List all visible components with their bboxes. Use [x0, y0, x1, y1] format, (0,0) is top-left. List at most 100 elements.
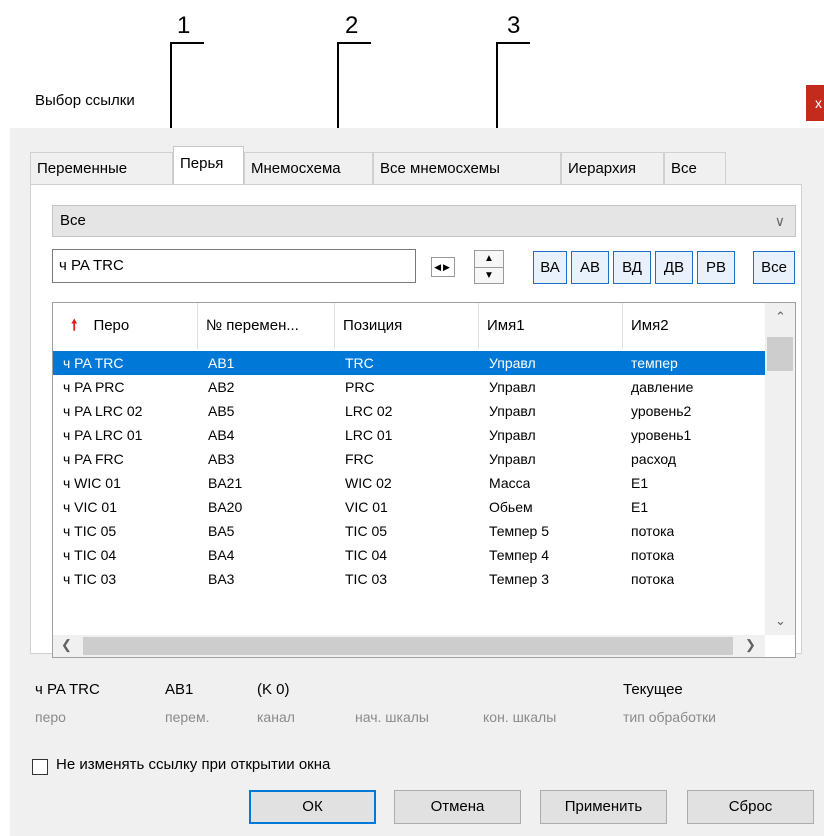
info-pen-value: ч PA TRC [35, 681, 100, 698]
tab-variables[interactable]: Переменные [30, 152, 173, 184]
cell-name1: Темпер 3 [489, 571, 550, 587]
cell-var-number: AB4 [208, 427, 235, 443]
cell-position: LRC 02 [345, 403, 393, 419]
vertical-scroll-thumb[interactable] [767, 337, 793, 371]
cell-position: PRC [345, 379, 375, 395]
column-header-var-number[interactable]: № перемен... [198, 303, 335, 349]
callout-3: 3 [507, 12, 521, 39]
table-row[interactable]: ч PA LRC 01 AB4 LRC 01 Управл уровень1 [53, 423, 765, 447]
tab-pens[interactable]: Перья [173, 146, 244, 184]
cell-position: TIC 04 [345, 547, 388, 563]
cell-var-number: AB3 [208, 451, 235, 467]
scope-button-av[interactable]: АВ [571, 251, 609, 284]
pen-search-input[interactable]: ч PA TRC [52, 249, 416, 283]
cell-pen: ч TIC 04 [63, 547, 117, 563]
column-header-pen[interactable]: 🠕 Перо [53, 303, 198, 349]
apply-button[interactable]: Применить [540, 790, 667, 824]
tab-mnemonic[interactable]: Мнемосхема [244, 152, 373, 184]
table-row[interactable]: ч PA PRC AB2 PRC Управл давление [53, 375, 765, 399]
spin-up-icon[interactable]: ▲ [475, 251, 503, 267]
scroll-left-icon[interactable]: ❮ [61, 637, 72, 653]
filter-dropdown-value: Все [60, 212, 86, 229]
table-row[interactable]: ч TIC 04 BA4 TIC 04 Темпер 4 потока [53, 543, 765, 567]
scroll-up-icon[interactable]: ⌃ [775, 309, 786, 325]
cell-position: VIC 01 [345, 499, 388, 515]
cell-name1: Управл [489, 427, 536, 443]
cell-name1: Масса [489, 475, 531, 491]
cell-name2: E1 [631, 475, 649, 491]
table-header: 🠕 Перо № перемен... Позиция Имя1 Имя2 [53, 303, 765, 349]
up-down-spinner[interactable]: ▲ ▼ [474, 250, 504, 284]
cell-var-number: BA21 [208, 475, 243, 491]
cell-position: TIC 05 [345, 523, 388, 539]
vertical-scrollbar[interactable]: ⌃ ⌄ [765, 303, 795, 635]
keep-link-checkbox-label[interactable]: Не изменять ссылку при открытии окна [56, 756, 330, 773]
cell-pen: ч PA PRC [63, 379, 125, 395]
scope-button-va[interactable]: ВА [533, 251, 567, 284]
cell-pen: ч VIC 01 [63, 499, 117, 515]
callout-3-underline [496, 42, 530, 44]
cell-position: WIC 02 [345, 475, 392, 491]
table-row[interactable]: ч PA FRC AB3 FRC Управл расход [53, 447, 765, 471]
horizontal-scroll-thumb[interactable] [83, 637, 733, 655]
table-row[interactable]: ч PA TRC AB1 TRC Управл темпер [53, 351, 765, 375]
cell-position: LRC 01 [345, 427, 393, 443]
cell-name1: Управл [489, 355, 536, 371]
info-channel-caption: канал [257, 709, 295, 725]
table-row[interactable]: ч TIC 03 BA3 TIC 03 Темпер 3 потока [53, 567, 765, 591]
cell-position: TIC 03 [345, 571, 388, 587]
filter-dropdown[interactable]: Все ∨ [52, 205, 796, 237]
callout-2: 2 [345, 12, 359, 39]
scope-button-all[interactable]: Все [753, 251, 795, 284]
cell-var-number: BA20 [208, 499, 243, 515]
callout-1-underline [170, 42, 204, 44]
column-header-position[interactable]: Позиция [335, 303, 479, 349]
close-icon: x [815, 95, 822, 111]
cell-pen: ч WIC 01 [63, 475, 121, 491]
keep-link-checkbox[interactable] [32, 759, 48, 775]
cell-name2: давление [631, 379, 694, 395]
cell-name2: потока [631, 571, 675, 587]
cell-name2: темпер [631, 355, 678, 371]
ok-button[interactable]: ОК [249, 790, 376, 824]
info-pen-caption: перо [35, 709, 66, 725]
table-row[interactable]: ч TIC 05 BA5 TIC 05 Темпер 5 потока [53, 519, 765, 543]
scroll-right-icon[interactable]: ❯ [745, 637, 756, 653]
cancel-button[interactable]: Отмена [394, 790, 521, 824]
close-button[interactable]: x [806, 85, 824, 121]
info-var-caption: перем. [165, 709, 210, 725]
reset-button[interactable]: Сброс [687, 790, 814, 824]
cell-var-number: AB5 [208, 403, 235, 419]
cell-name2: расход [631, 451, 677, 467]
cell-pen: ч PA LRC 02 [63, 403, 143, 419]
sort-arrow-up-icon: 🠕 [71, 317, 78, 334]
cell-name2: E1 [631, 499, 649, 515]
scope-button-rv[interactable]: РВ [697, 251, 735, 284]
cell-var-number: BA4 [208, 547, 235, 563]
spin-down-icon[interactable]: ▼ [475, 268, 503, 284]
scope-button-dv[interactable]: ДВ [655, 251, 693, 284]
cell-name1: Управл [489, 451, 536, 467]
column-header-name2[interactable]: Имя2 [623, 303, 765, 349]
horizontal-scrollbar[interactable]: ❮ ❯ [53, 635, 765, 657]
column-header-name1[interactable]: Имя1 [479, 303, 623, 349]
cell-var-number: BA3 [208, 571, 235, 587]
table-row[interactable]: ч PA LRC 02 AB5 LRC 02 Управл уровень2 [53, 399, 765, 423]
column-header-pen-label: Перо [93, 317, 130, 334]
cell-pen: ч PA LRC 01 [63, 427, 143, 443]
tab-all-mnemonics[interactable]: Все мнемосхемы [373, 152, 561, 184]
scroll-down-icon[interactable]: ⌄ [775, 613, 786, 629]
left-right-arrows-icon[interactable]: ◀▶ [431, 257, 455, 277]
tab-hierarchy[interactable]: Иерархия [561, 152, 664, 184]
cell-name1: Управл [489, 379, 536, 395]
table-row[interactable]: ч WIC 01 BA21 WIC 02 Масса E1 [53, 471, 765, 495]
cell-position: TRC [345, 355, 374, 371]
cell-pen: ч TIC 05 [63, 523, 117, 539]
cell-position: FRC [345, 451, 374, 467]
cell-name1: Управл [489, 403, 536, 419]
table-row[interactable]: ч VIC 01 BA20 VIC 01 Обьем E1 [53, 495, 765, 519]
cell-name2: уровень1 [631, 427, 692, 443]
tab-all[interactable]: Все [664, 152, 726, 184]
callout-1: 1 [177, 12, 191, 39]
scope-button-vd[interactable]: ВД [613, 251, 651, 284]
